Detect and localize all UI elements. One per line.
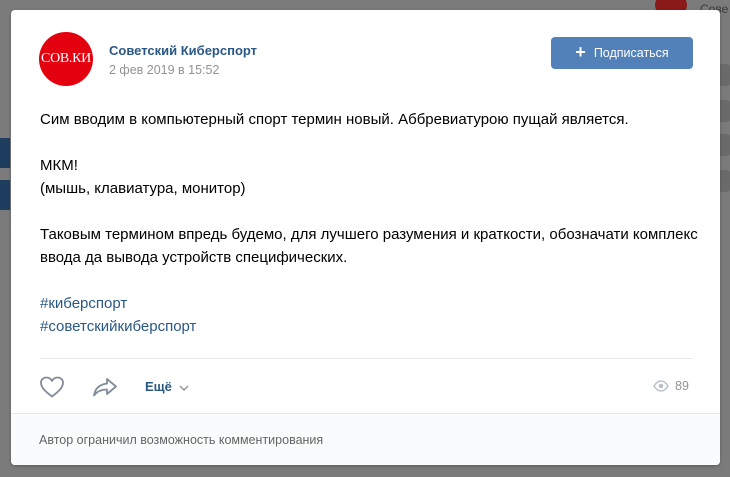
chevron-down-icon bbox=[179, 385, 188, 391]
post-date[interactable]: 2 фев 2019 в 15:52 bbox=[109, 63, 219, 77]
post-paragraph: (мышь, клавиатура, монитор) bbox=[40, 180, 246, 197]
post-paragraph: МКМ! bbox=[40, 157, 78, 174]
avatar[interactable]: СОВ.КИ bbox=[39, 32, 93, 86]
background-left-tab bbox=[0, 138, 10, 168]
hashtag-link[interactable]: #советскийкиберспорт bbox=[40, 318, 196, 335]
plus-icon: + bbox=[575, 42, 586, 62]
avatar-label: СОВ.КИ bbox=[41, 51, 91, 66]
share-icon[interactable] bbox=[91, 376, 119, 398]
heart-icon[interactable] bbox=[39, 375, 65, 399]
comments-disabled-notice: Автор ограничил возможность комментирова… bbox=[39, 433, 324, 447]
eye-icon bbox=[653, 380, 669, 392]
author-name[interactable]: Советский Киберспорт bbox=[109, 43, 257, 58]
background-left-tab bbox=[0, 180, 10, 210]
post-text: Сим вводим в компьютерный спорт термин н… bbox=[40, 108, 700, 338]
views-count: 89 bbox=[675, 379, 689, 393]
subscribe-label: Подписаться bbox=[593, 46, 669, 60]
divider bbox=[40, 358, 693, 359]
post-paragraph: Таковым термином впредь будемо, для лучш… bbox=[40, 226, 698, 266]
comments-footer: Автор ограничил возможность комментирова… bbox=[11, 413, 720, 465]
subscribe-button[interactable]: + Подписаться bbox=[551, 37, 693, 69]
more-label: Ещё bbox=[145, 379, 172, 394]
more-button[interactable]: Ещё bbox=[145, 379, 189, 394]
post-paragraph: Сим вводим в компьютерный спорт термин н… bbox=[40, 111, 629, 128]
hashtag-link[interactable]: #киберспорт bbox=[40, 295, 127, 312]
post-modal: СОВ.КИ Советский Киберспорт 2 фев 2019 в… bbox=[11, 10, 720, 465]
views-counter: 89 bbox=[653, 379, 689, 393]
